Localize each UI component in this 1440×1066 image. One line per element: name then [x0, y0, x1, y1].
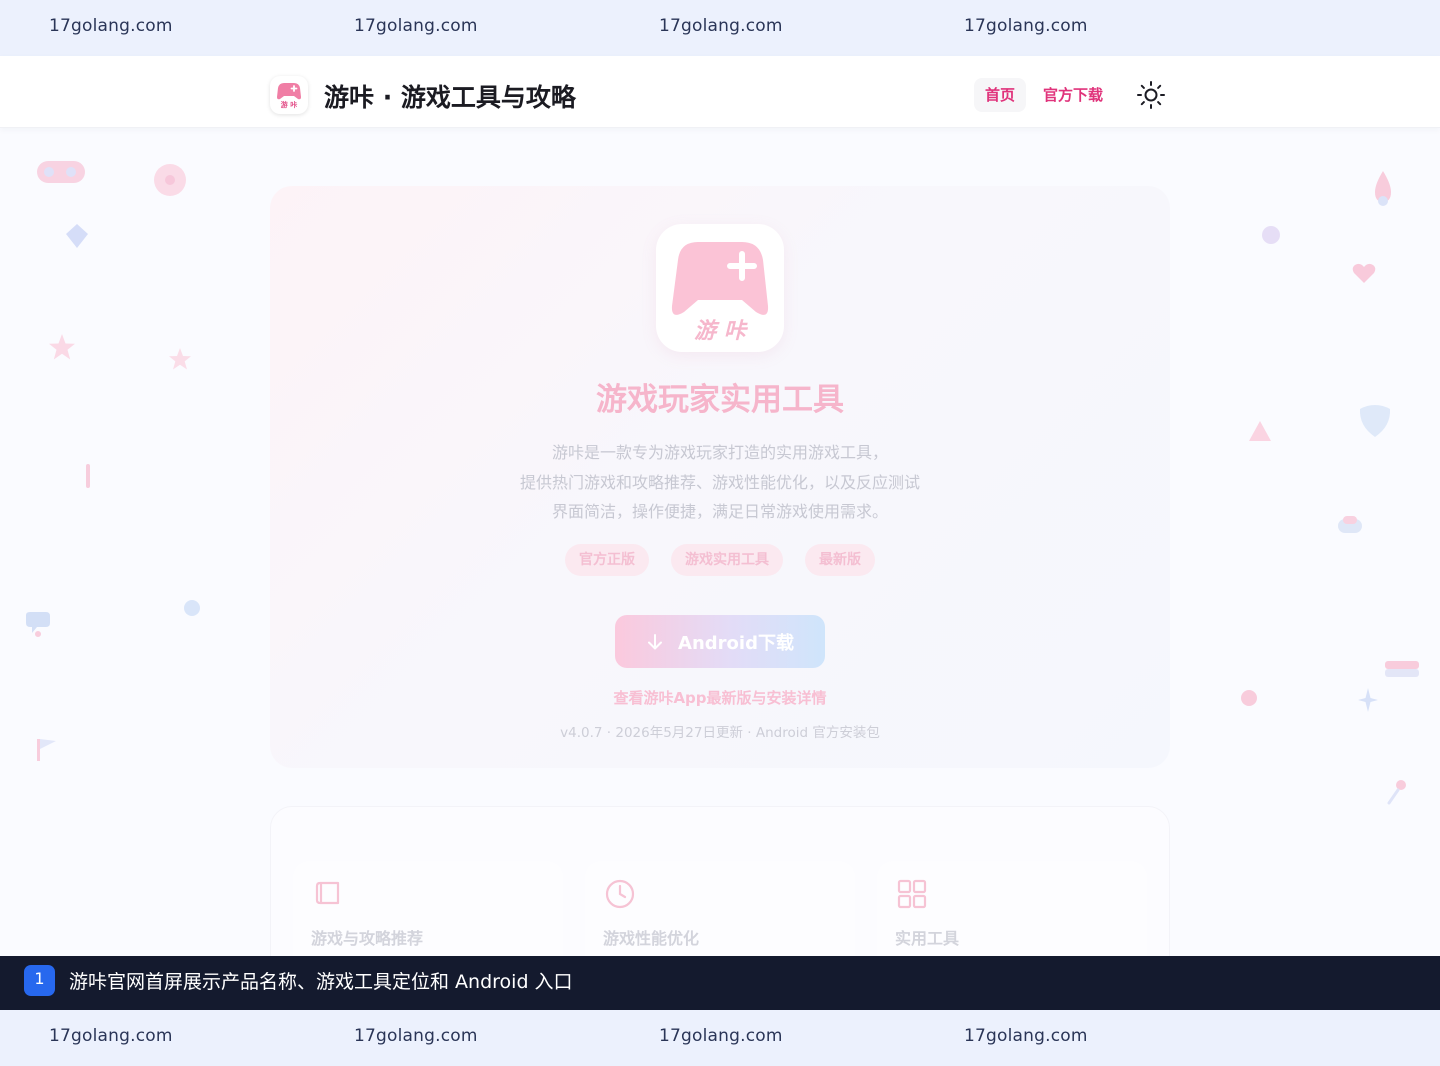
- dot-decor-icon: [1241, 690, 1257, 706]
- caption-text: 游咔官网首屏展示产品名称、游戏工具定位和 Android 入口: [69, 971, 573, 993]
- site-logo[interactable]: 游 咔: [270, 76, 308, 114]
- gem-decor-icon: [66, 224, 88, 248]
- star-decor-icon: [49, 334, 75, 360]
- feature-label: 游戏性能优化: [603, 929, 700, 948]
- pen-decor-icon: [86, 464, 90, 488]
- nav-home-link[interactable]: 首页: [974, 78, 1027, 112]
- logo-text: 游 咔: [281, 100, 297, 109]
- watermark-text: 17golang.com: [659, 16, 783, 36]
- app-icon: 游 咔: [656, 224, 784, 352]
- gamepad-app-icon: 游 咔: [671, 242, 769, 344]
- chip-decor-icon: [1338, 516, 1362, 533]
- disc-decor-icon: [154, 164, 186, 196]
- watermark-text: 17golang.com: [964, 16, 1088, 36]
- hero-description-line: 游咔是一款专为游戏玩家打造的实用游戏工具，: [551, 443, 888, 462]
- watermark-text: 17golang.com: [659, 1026, 783, 1046]
- watermark-text: 17golang.com: [354, 16, 478, 36]
- feature-card-performance[interactable]: 游戏性能优化: [585, 861, 855, 971]
- site-title[interactable]: 游咔 · 游戏工具与攻略: [324, 78, 576, 114]
- hero-description-line: 界面简洁，操作便捷，满足日常游戏使用需求。: [551, 502, 888, 521]
- feature-card-guides[interactable]: 游戏与攻略推荐: [293, 861, 563, 971]
- clock-icon: [605, 879, 635, 909]
- bar-decor-icon: [1385, 661, 1419, 677]
- android-download-button[interactable]: Android下载: [615, 615, 825, 668]
- flag-decor-icon: [37, 739, 56, 761]
- app-detail-link[interactable]: 查看游咔App最新版与安装详情: [270, 687, 1170, 708]
- wand-decor-icon: [1387, 780, 1406, 805]
- grid-icon: [897, 879, 927, 909]
- hero-description: 游咔是一款专为游戏玩家打造的实用游戏工具， 提供热门游戏和攻略推荐、游戏性能优化…: [270, 438, 1170, 527]
- caption-bar: 1 游咔官网首屏展示产品名称、游戏工具定位和 Android 入口: [0, 956, 1440, 1010]
- star-decor-icon: [169, 348, 191, 370]
- version-meta: v4.0.7 · 2026年5月27日更新 · Android 官方安装包: [560, 725, 880, 741]
- feature-card-tools[interactable]: 实用工具: [877, 861, 1147, 971]
- sparkle-decor-icon: [1358, 688, 1378, 712]
- hero-section: 游 咔 游戏玩家实用工具 游咔是一款专为游戏玩家打造的实用游戏工具， 提供热门游…: [270, 186, 1170, 768]
- tag-list: 官方正版 游戏实用工具 最新版: [270, 544, 1170, 576]
- watermark-bar-bottom: 17golang.com 17golang.com 17golang.com 1…: [0, 1010, 1440, 1066]
- book-icon: [315, 881, 340, 905]
- heart-decor-icon: [1352, 263, 1376, 283]
- watermark-text: 17golang.com: [964, 1026, 1088, 1046]
- shield-decor-icon: [1359, 405, 1391, 437]
- android-download-label: Android下载: [678, 632, 794, 654]
- dot-decor-icon: [1262, 226, 1280, 244]
- sun-icon[interactable]: [1136, 80, 1166, 110]
- feature-label: 游戏与攻略推荐: [311, 929, 424, 948]
- watermark-bar-top: 17golang.com 17golang.com 17golang.com 1…: [0, 0, 1440, 56]
- caption-number-badge: 1: [24, 965, 55, 996]
- chat-decor-icon: [26, 612, 50, 637]
- feature-label: 实用工具: [895, 929, 960, 948]
- triangle-decor-icon: [1249, 421, 1271, 441]
- watermark-text: 17golang.com: [354, 1026, 478, 1046]
- nav-download-link[interactable]: 官方下载: [1043, 78, 1103, 112]
- gamepad-decor-icon: [37, 161, 85, 183]
- watermark-text: 17golang.com: [49, 16, 173, 36]
- tag-badge: 官方正版: [565, 544, 649, 576]
- tag-badge: 游戏实用工具: [671, 544, 783, 576]
- arrow-down-icon: [648, 633, 663, 649]
- hero-title: 游戏玩家实用工具: [596, 382, 844, 418]
- drop-decor-icon: [1375, 171, 1391, 206]
- site-header: 游 咔 游咔 · 游戏工具与攻略 首页 官方下载: [0, 56, 1440, 128]
- tag-badge: 最新版: [805, 544, 875, 576]
- app-icon-text: 游 咔: [694, 319, 749, 344]
- watermark-text: 17golang.com: [49, 1026, 173, 1046]
- hero-description-line: 提供热门游戏和攻略推荐、游戏性能优化，以及反应测试: [519, 472, 920, 492]
- dot-decor-icon: [184, 600, 200, 616]
- gamepad-logo-icon: 游 咔: [277, 83, 301, 109]
